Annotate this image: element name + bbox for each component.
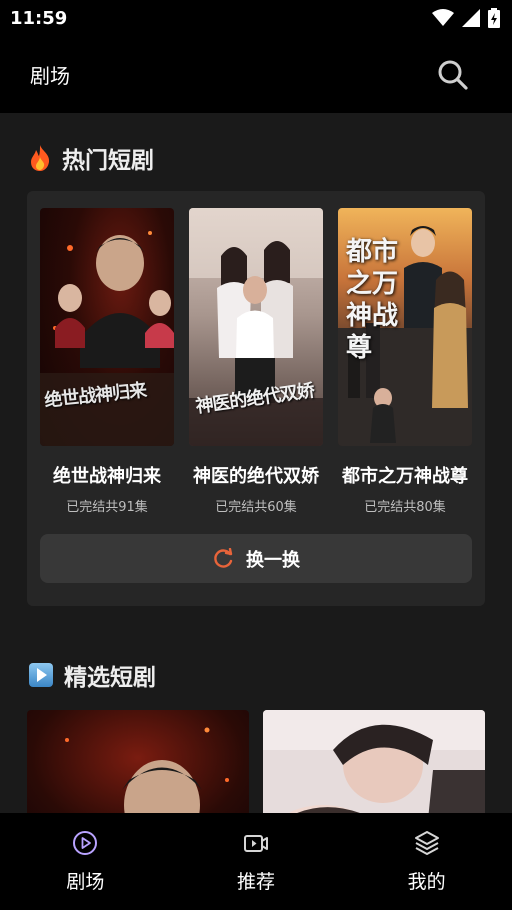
tab-recommend[interactable]: 推荐 <box>171 813 342 910</box>
status-time: 11:59 <box>10 7 68 29</box>
play-circle-icon <box>73 831 98 855</box>
refresh-label: 换一换 <box>246 549 300 571</box>
drama-card[interactable]: 绝世战神归来 绝世战神归来 已完结共91集 <box>40 208 174 515</box>
hot-section: 热门短剧 绝世战神归来 绝世战神归来 已完结共91集 神医的绝代双娇 神医的绝代… <box>0 141 512 606</box>
tab-label: 剧场 <box>66 871 105 893</box>
wifi-icon <box>432 9 454 26</box>
status-bar: 11:59 <box>0 0 512 36</box>
drama-poster[interactable]: 都市之万神战尊 <box>338 208 472 446</box>
featured-drama-poster[interactable] <box>263 710 485 813</box>
hot-dramas-card: 绝世战神归来 绝世战神归来 已完结共91集 神医的绝代双娇 神医的绝代双娇 已完… <box>27 191 485 606</box>
poster-title-art: 都市之万神战尊 <box>346 237 399 363</box>
drama-poster[interactable]: 绝世战神归来 <box>40 208 174 446</box>
drama-title: 绝世战神归来 <box>53 466 161 487</box>
search-icon <box>438 60 468 90</box>
drama-title: 神医的绝代双娇 <box>193 466 319 487</box>
refresh-button[interactable]: 换一换 <box>40 534 472 583</box>
hot-section-title: 热门短剧 <box>62 148 154 174</box>
featured-section-header: 精选短剧 <box>0 658 512 692</box>
tab-theater[interactable]: 剧场 <box>0 813 171 910</box>
battery-icon <box>488 8 500 28</box>
signal-icon <box>462 9 480 27</box>
tab-label: 我的 <box>407 871 446 893</box>
play-square-icon <box>29 663 53 687</box>
fire-icon <box>31 145 50 171</box>
drama-episodes: 已完结共80集 <box>364 500 446 515</box>
featured-section: 精选短剧 <box>0 658 512 813</box>
tab-label: 推荐 <box>237 871 276 893</box>
drama-card[interactable]: 神医的绝代双娇 神医的绝代双娇 已完结共60集 <box>189 208 323 515</box>
bottom-tab-bar: 剧场 推荐 我的 <box>0 813 512 910</box>
poster-art <box>27 710 249 813</box>
drama-episodes: 已完结共91集 <box>66 500 148 515</box>
page-title: 剧场 <box>30 64 70 88</box>
tab-mine[interactable]: 我的 <box>341 813 512 910</box>
drama-title: 都市之万神战尊 <box>342 466 468 487</box>
status-icons <box>432 8 500 28</box>
video-icon <box>244 835 268 852</box>
search-button[interactable] <box>436 58 470 92</box>
app-header: 剧场 <box>0 36 512 113</box>
hot-section-header: 热门短剧 <box>0 141 512 175</box>
drama-episodes: 已完结共60集 <box>215 500 297 515</box>
drama-poster[interactable]: 神医的绝代双娇 <box>189 208 323 446</box>
poster-art <box>263 710 485 813</box>
drama-card[interactable]: 都市之万神战尊 都市之万神战尊 已完结共80集 <box>338 208 472 515</box>
refresh-icon <box>214 547 233 568</box>
featured-section-title: 精选短剧 <box>64 665 156 691</box>
layers-icon <box>414 831 439 855</box>
content-scroll[interactable]: 热门短剧 绝世战神归来 绝世战神归来 已完结共91集 神医的绝代双娇 神医的绝代… <box>0 113 512 813</box>
featured-drama-poster[interactable] <box>27 710 249 813</box>
